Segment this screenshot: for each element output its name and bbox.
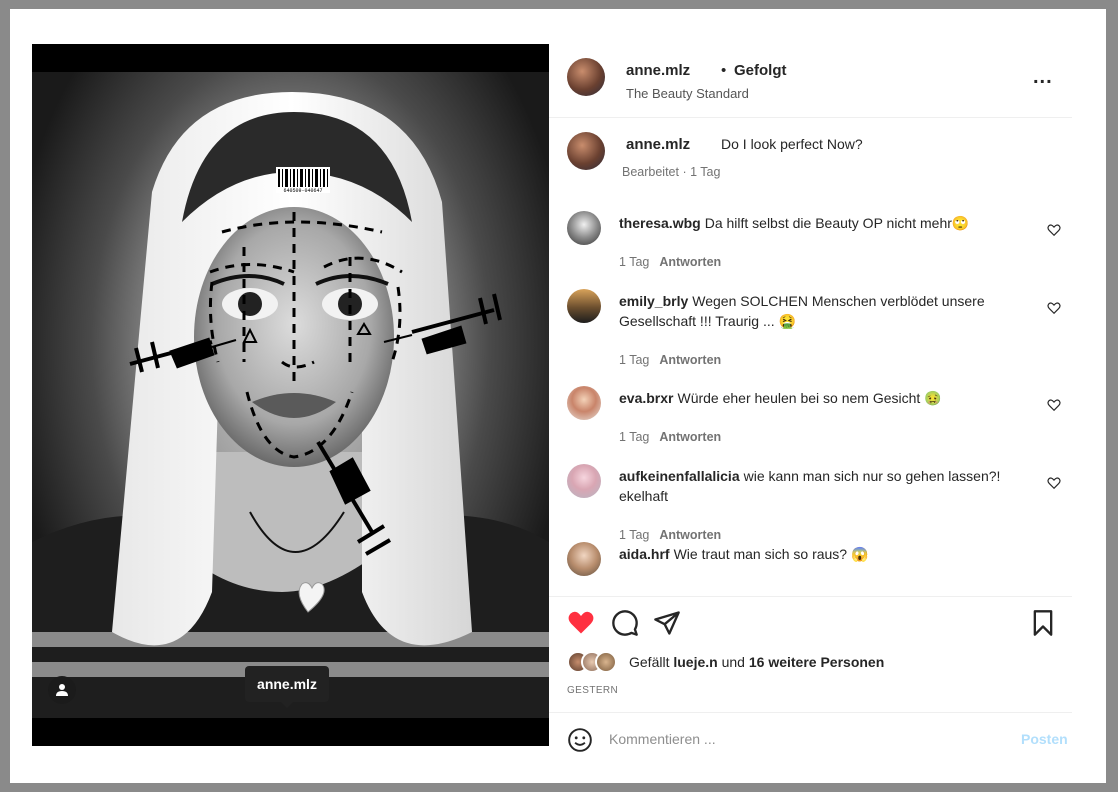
post-photo[interactable]: 640509-040647	[32, 72, 549, 718]
author-avatar[interactable]	[567, 58, 605, 96]
commenter-avatar[interactable]	[567, 211, 601, 245]
author-username[interactable]: anne.mlz	[626, 62, 690, 79]
comment-body: eva.brxr Würde eher heulen bei so nem Ges…	[619, 388, 1019, 408]
comment-item: emily_brly Wegen SOLCHEN Menschen verblöd…	[549, 289, 1072, 369]
comment-meta: 1 Tag Antworten	[619, 430, 721, 444]
other-likers-link[interactable]: 16 weitere Personen	[749, 654, 884, 670]
heart-outline-icon[interactable]	[1047, 301, 1061, 315]
comment-body: emily_brly Wegen SOLCHEN Menschen verblöd…	[619, 291, 1019, 331]
reply-button[interactable]: Antworten	[659, 528, 721, 542]
commenter-username[interactable]: aufkeinenfallalicia	[619, 468, 740, 484]
post-comment-button[interactable]: Posten	[1021, 731, 1068, 747]
commenter-avatar[interactable]	[567, 542, 601, 576]
separator-dot: •	[721, 62, 727, 79]
smiley-face-icon[interactable]	[567, 727, 593, 753]
send-paper-plane-icon[interactable]	[653, 609, 681, 637]
tagged-users-button[interactable]	[48, 676, 76, 704]
liker-username[interactable]: lueje.n	[673, 654, 717, 670]
post-card: 640509-040647 anne.mlz anne.mlz • Gefolg…	[10, 9, 1106, 783]
comment-text: Würde eher heulen bei so nem Gesicht 🤢	[677, 390, 942, 406]
heart-outline-icon[interactable]	[1047, 398, 1061, 412]
commenter-avatar[interactable]	[567, 386, 601, 420]
reply-button[interactable]: Antworten	[659, 255, 721, 269]
user-tag-tooltip[interactable]: anne.mlz	[245, 666, 329, 708]
reply-button[interactable]: Antworten	[659, 430, 721, 444]
commenter-username[interactable]: theresa.wbg	[619, 215, 701, 231]
comment-bubble-icon[interactable]	[611, 609, 639, 637]
comment-body: theresa.wbg Da hilft selbst die Beauty OP…	[619, 213, 1019, 233]
following-button[interactable]: Gefolgt	[734, 62, 787, 79]
liker-avatar	[595, 651, 617, 673]
post-header: anne.mlz • Gefolgt The Beauty Standard .…	[549, 44, 1072, 118]
comment-meta: 1 Tag Antworten	[619, 528, 721, 542]
comment-meta: 1 Tag Antworten	[619, 255, 721, 269]
comment-time[interactable]: 1 Tag	[619, 528, 649, 542]
post-subtitle[interactable]: The Beauty Standard	[626, 86, 749, 101]
post-side-panel: anne.mlz • Gefolgt The Beauty Standard .…	[549, 44, 1072, 753]
comment-item: aufkeinenfallalicia wie kann man sich nur…	[549, 464, 1072, 544]
commenter-username[interactable]: emily_brly	[619, 293, 688, 309]
post-media[interactable]: 640509-040647 anne.mlz	[32, 44, 549, 746]
commenter-username[interactable]: aida.hrf	[619, 546, 670, 562]
barcode-text: 640509-040647	[283, 188, 322, 194]
comment-body: aufkeinenfallalicia wie kann man sich nur…	[619, 466, 1019, 506]
likes-text[interactable]: Gefällt lueje.n und 16 weitere Personen	[629, 654, 884, 670]
comment-text: Wie traut man sich so raus? 😱	[673, 546, 869, 562]
post-caption: anne.mlz Do I look perfect Now? Bearbeit…	[549, 132, 1072, 192]
comment-time[interactable]: 1 Tag	[619, 255, 649, 269]
likes-conjunction: und	[717, 654, 749, 670]
post-date[interactable]: GESTERN	[567, 685, 618, 696]
comment-input[interactable]	[609, 725, 989, 753]
heart-outline-icon[interactable]	[1047, 223, 1061, 237]
heart-outline-icon[interactable]	[1047, 476, 1061, 490]
comment-text: Da hilft selbst die Beauty OP nicht mehr…	[704, 215, 970, 231]
comment-composer: Posten	[549, 712, 1072, 753]
comment-time[interactable]: 1 Tag	[619, 430, 649, 444]
caption-username[interactable]: anne.mlz	[626, 136, 690, 153]
more-horizontal-icon[interactable]: ...	[1033, 66, 1053, 89]
comment-item: aida.hrf Wie traut man sich so raus? 😱	[549, 542, 1072, 588]
heart-filled-icon[interactable]	[567, 609, 595, 637]
comment-time[interactable]: 1 Tag	[619, 353, 649, 367]
bookmark-icon[interactable]	[1029, 609, 1057, 637]
commenter-avatar[interactable]	[567, 464, 601, 498]
likes-prefix: Gefällt	[629, 654, 674, 670]
person-icon	[56, 684, 68, 696]
comment-item: theresa.wbg Da hilft selbst die Beauty OP…	[549, 211, 1072, 271]
comment-item: eva.brxr Würde eher heulen bei so nem Ges…	[549, 386, 1072, 446]
portrait-illustration: 640509-040647	[32, 92, 549, 718]
caption-avatar[interactable]	[567, 132, 605, 170]
reply-button[interactable]: Antworten	[659, 353, 721, 367]
comment-body: aida.hrf Wie traut man sich so raus? 😱	[619, 544, 1019, 564]
post-actions: Gefällt lueje.n und 16 weitere Personen …	[549, 596, 1072, 753]
comment-meta: 1 Tag Antworten	[619, 353, 721, 367]
caption-text: Do I look perfect Now?	[721, 136, 863, 152]
commenter-username[interactable]: eva.brxr	[619, 390, 673, 406]
commenter-avatar[interactable]	[567, 289, 601, 323]
caption-meta: Bearbeitet · 1 Tag	[622, 165, 721, 179]
